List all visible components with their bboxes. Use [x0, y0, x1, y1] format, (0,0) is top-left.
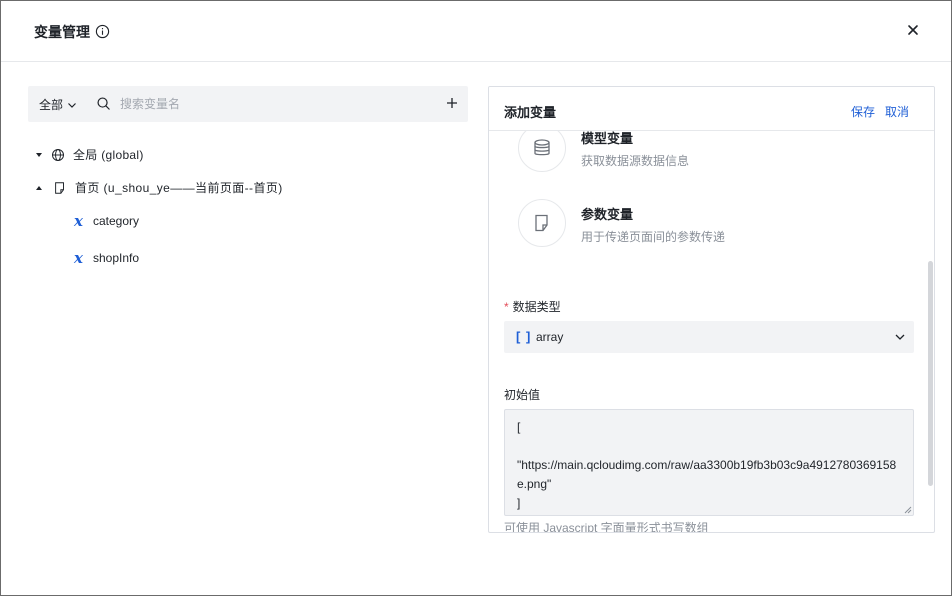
variable-type-desc: 用于传递页面间的参数传递: [581, 230, 726, 244]
document-icon: [518, 199, 566, 247]
data-type-value: array: [536, 330, 564, 344]
data-type-label: * 数据类型: [504, 298, 561, 315]
cancel-button[interactable]: 取消: [885, 103, 909, 120]
globe-icon: [52, 148, 64, 161]
variable-type-param[interactable]: 参数变量 用于传递页面间的参数传递: [518, 199, 898, 249]
save-button[interactable]: 保存: [851, 103, 875, 120]
required-asterisk: *: [504, 300, 509, 314]
scrollbar-thumb[interactable]: [928, 261, 933, 486]
variable-x-icon: x: [74, 249, 83, 267]
initial-value-hint: 可使用 Javascript 字面量形式书写数组: [504, 521, 709, 533]
scope-select-value: 全部: [39, 98, 64, 112]
info-icon[interactable]: [95, 24, 110, 39]
data-type-select[interactable]: [ ] array: [504, 321, 914, 353]
data-type-label-text: 数据类型: [512, 300, 561, 314]
tree-node-global[interactable]: 全局 (global): [34, 146, 144, 163]
panel-scrollbar[interactable]: [927, 131, 933, 532]
tree-node-global-label: 全局 (global): [73, 148, 144, 162]
tree-item-variable[interactable]: x shopInfo: [74, 249, 139, 267]
array-bracket-icon: [ ]: [516, 329, 532, 344]
initial-value-textarea[interactable]: [ "https://main.qcloudimg.com/raw/aa3300…: [504, 409, 914, 516]
plus-icon[interactable]: [444, 95, 460, 111]
resize-handle-icon[interactable]: [904, 506, 912, 514]
caret-up-icon[interactable]: [34, 183, 44, 193]
close-icon[interactable]: [905, 22, 921, 38]
variable-type-desc: 获取数据源数据信息: [581, 154, 690, 168]
variable-type-name: 参数变量: [581, 207, 634, 222]
scope-select[interactable]: 全部: [39, 96, 77, 113]
search-input[interactable]: [120, 92, 420, 116]
variable-x-icon: x: [74, 212, 83, 230]
panel-title: 添加变量: [504, 105, 557, 120]
tree-node-page-label: 首页 (u_shou_ye——当前页面--首页): [75, 181, 283, 195]
panel-header: 添加变量 保存 取消: [489, 87, 934, 131]
variable-toolbar: 全部: [28, 86, 468, 122]
database-icon: [518, 124, 566, 172]
variable-manager-dialog: 变量管理 全部 全局 (global): [0, 0, 952, 596]
search-icon: [97, 97, 110, 110]
add-variable-panel: 添加变量 保存 取消 模型变量 获取数据源数据信息 参数变量 用于传递页面间的参…: [488, 86, 935, 533]
variable-name: category: [93, 214, 140, 228]
tree-item-variable[interactable]: x category: [74, 212, 139, 230]
chevron-down-icon: [68, 102, 76, 108]
caret-down-icon[interactable]: [34, 150, 44, 160]
chevron-down-icon: [895, 334, 905, 340]
page-icon: [55, 181, 64, 194]
initial-value-label: 初始值: [504, 388, 541, 402]
variable-type-model[interactable]: 模型变量 获取数据源数据信息: [518, 124, 898, 174]
dialog-header: 变量管理: [1, 1, 951, 62]
dialog-title: 变量管理: [34, 24, 90, 40]
tree-node-page[interactable]: 首页 (u_shou_ye——当前页面--首页): [34, 179, 283, 196]
variable-name: shopInfo: [93, 251, 140, 265]
